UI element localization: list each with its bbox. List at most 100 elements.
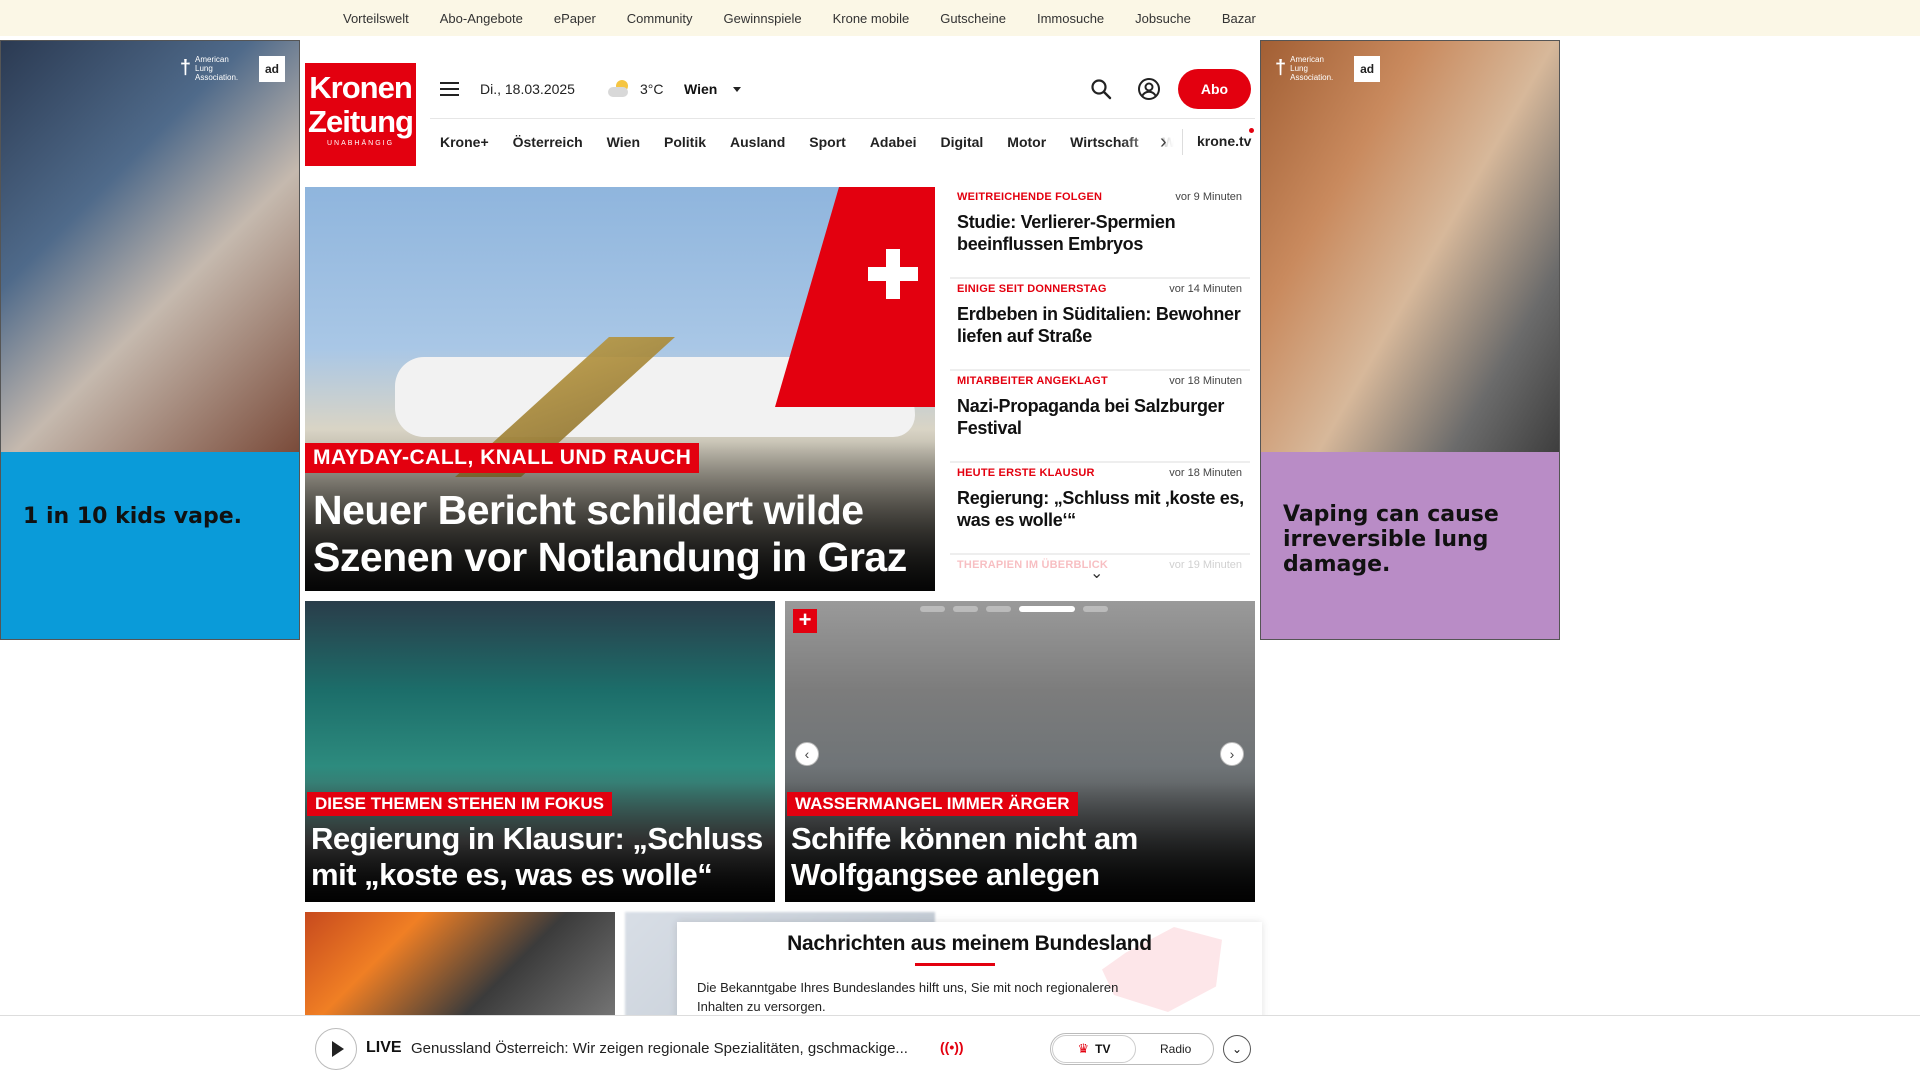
ad-left[interactable]: † American Lung Association. ad 1 in 10 k… [0,40,300,640]
carousel-dots [920,606,1108,612]
ala-name: American Lung Association. [1290,55,1334,82]
ticker-title: Regierung: „Schluss mit ‚koste es, was e… [957,488,1244,530]
ad-left-panel: 1 in 10 kids vape. [1,452,299,639]
chevron-left-icon: ‹ [804,746,810,762]
nav-item[interactable]: Österreich [513,134,583,150]
ticker-time: vor 9 Minuten [1175,191,1242,203]
city-name: Wien [684,81,718,97]
search-icon[interactable] [1090,68,1112,110]
weather-widget[interactable]: 3°C [608,68,664,110]
ticker-title: Nazi-Propaganda bei Salzburger Festival [957,396,1225,438]
utility-link[interactable]: Gewinnspiele [724,11,802,26]
play-icon[interactable] [315,1028,357,1070]
ticker-item[interactable]: MITARBEITER ANGEKLAGT vor 18 Minuten Nazi-… [950,371,1250,463]
bundesland-text: Die Bekanntgabe Ihres Bundeslandes hilft… [697,980,1119,1014]
utility-link[interactable]: ePaper [554,11,596,26]
card-headline: Regierung in Klausur: „Schluss mit „kost… [311,821,763,892]
current-date: Di., 18.03.2025 [480,81,575,97]
ticker-item[interactable]: HEUTE ERSTE KLAUSUR vor 18 Minuten Regieru… [950,463,1250,555]
carousel-dot[interactable] [953,606,978,612]
ad-left-photo [1,41,299,452]
ad-right-panel: Vaping can cause irreversible lung damag… [1261,452,1559,639]
chevron-right-icon[interactable]: › [1160,131,1167,154]
card-kicker: WASSERMANGEL IMMER ÄRGER [787,792,1078,816]
utility-link[interactable]: Vorteilswelt [343,11,409,26]
nav-item[interactable]: Politik [664,134,706,150]
nav-item[interactable]: Adabei [870,134,917,150]
utility-link[interactable]: Jobsuche [1135,11,1191,26]
radio-tab[interactable]: Radio [1160,1042,1191,1056]
tv-label: TV [1095,1042,1111,1056]
ticker-time: vor 18 Minuten [1169,467,1242,479]
krone-plus-icon: + [793,609,817,633]
utility-link[interactable]: Abo-Angebote [440,11,523,26]
carousel-dot[interactable] [920,606,945,612]
story-card-carousel[interactable]: + WASSERMANGEL IMMER ÄRGER Schiffe könne… [785,601,1255,902]
hero-story[interactable]: MAYDAY-CALL, KNALL UND RAUCH Neuer Beric… [305,187,935,591]
carousel-next-button[interactable]: › [1220,742,1244,766]
tv-tab[interactable]: ♛ TV [1052,1035,1136,1063]
utility-link[interactable]: Krone mobile [833,11,910,26]
hero-kicker: MAYDAY-CALL, KNALL UND RAUCH [305,443,700,473]
nav-item[interactable]: Krone+ [440,134,489,150]
title-underline [915,963,995,966]
chevron-down-icon[interactable]: ⌄ [1223,1035,1251,1063]
logo-line-1: Kronen [309,70,413,105]
ticker-item[interactable]: WEITREICHENDE FOLGEN vor 9 Minuten Studie:… [950,187,1250,279]
ticker-item[interactable]: EINIGE SEIT DONNERSTAG vor 14 Minuten Erdb… [950,279,1250,371]
broadcast-icon: ((•)) [940,1039,964,1055]
ticker-time: vor 18 Minuten [1169,375,1242,387]
live-title[interactable]: Genussland Österreich: Wir zeigen region… [411,1040,908,1057]
ad-right-photo [1261,41,1559,452]
carousel-prev-button[interactable]: ‹ [795,742,819,766]
card-kicker: DIESE THEMEN STEHEN IM FOKUS [307,792,613,816]
live-indicator-dot [1249,128,1254,133]
top-utility-bar: Vorteilswelt Abo-Angebote ePaper Community G… [0,0,1920,36]
ad-right-text: Vaping can cause irreversible lung damag… [1283,502,1499,577]
utility-link[interactable]: Immosuche [1037,11,1104,26]
story-card[interactable]: DIESE THEMEN STEHEN IM FOKUS Regierung i… [305,601,775,902]
abo-button[interactable]: Abo [1178,69,1251,109]
live-label: LIVE [366,1039,402,1056]
weather-icon [608,80,632,98]
lorraine-cross-icon: † [1275,57,1287,79]
utility-link[interactable]: Bazar [1222,11,1256,26]
utility-link[interactable]: Gutscheine [940,11,1006,26]
swiss-cross-icon [868,249,918,299]
ad-left-logos: † American Lung Association. ad [180,55,285,82]
carousel-dot-active[interactable] [1019,606,1075,612]
carousel-dot[interactable] [1083,606,1108,612]
hero-headline: Neuer Bericht schildert wilde Szenen vor… [313,487,907,580]
temperature: 3°C [640,81,664,97]
lorraine-cross-icon: † [179,57,191,79]
utility-link[interactable]: Community [627,11,693,26]
nav-item[interactable]: Sport [809,134,846,150]
nav-item[interactable]: Wien [607,134,640,150]
logo-tagline: UNABHÄNGIG [326,140,395,147]
city-selector[interactable]: Wien [684,68,742,110]
main-navigation: Krone+ Österreich Wien Politik Ausland Sport A… [430,118,1255,165]
logo-line-2: Zeitung [308,104,414,139]
chevron-right-icon: › [1229,746,1235,762]
utility-links: Vorteilswelt Abo-Angebote ePaper Community G… [343,0,1287,36]
ticker-time: vor 14 Minuten [1169,283,1242,295]
kronen-zeitung-logo[interactable]: Kronen Zeitung UNABHÄNGIG [305,63,416,166]
ad-right[interactable]: † American Lung Association. ad Vaping ca… [1260,40,1560,640]
chevron-down-icon[interactable]: ⌄ [1090,563,1103,583]
nav-krone-tv[interactable]: krone.tv [1197,133,1251,149]
ala-logo: † American Lung Association. [180,55,245,82]
live-player-bar: LIVE Genussland Österreich: Wir zeigen r… [0,1015,1920,1080]
nav-item[interactable]: Digital [941,134,984,150]
carousel-dot[interactable] [986,606,1011,612]
nav-items: Krone+ Österreich Wien Politik Ausland Sport A… [440,119,1219,165]
nav-item[interactable]: Motor [1007,134,1046,150]
nav-divider [1182,129,1183,155]
user-icon[interactable] [1137,68,1161,110]
caret-down-icon [733,86,742,92]
nav-item[interactable]: Ausland [730,134,785,150]
ad-council-logo: ad [1354,55,1381,82]
ticker-title: Studie: Verlierer-Spermien beeinflussen … [957,212,1176,254]
ticker-time: vor 19 Minuten [1169,559,1242,571]
menu-icon[interactable] [440,68,464,110]
bundesland-title: Nachrichten aus meinem Bundesland [787,932,1152,955]
